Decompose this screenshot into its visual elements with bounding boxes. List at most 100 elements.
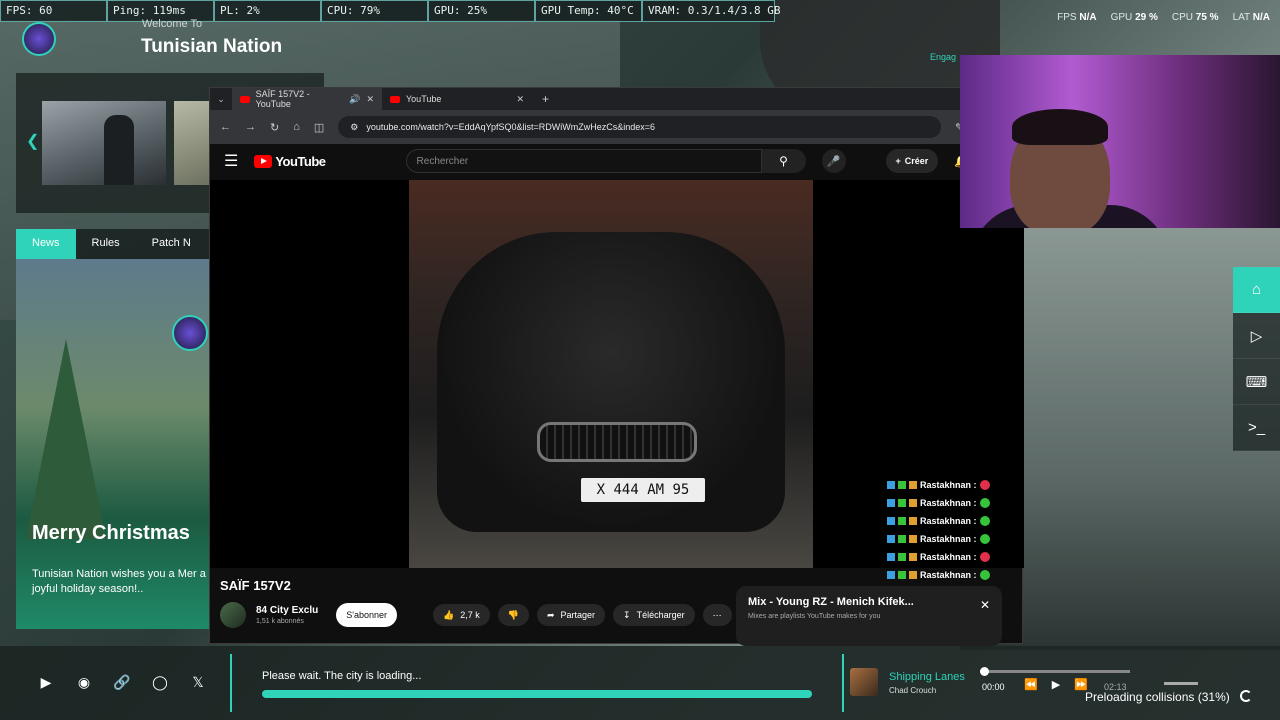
video-player[interactable]: X 444 AM 95 Rastakhnan : Rastakhnan : Rast… bbox=[210, 180, 1024, 580]
server-tabs: News Rules Patch N bbox=[16, 229, 216, 259]
screen: FPS: 60 Ping: 119ms PL: 2% CPU: 79% GPU:… bbox=[0, 0, 1280, 720]
perf-fps: FPS N/A bbox=[1057, 12, 1097, 23]
youtube-play-icon bbox=[254, 154, 273, 168]
character-figure bbox=[104, 115, 134, 185]
browser-tab[interactable]: SAÏF 157V2 - YouTube 🔊 ✕ bbox=[232, 88, 382, 110]
channel-avatar[interactable] bbox=[220, 602, 246, 628]
discord-icon[interactable]: ◉ bbox=[72, 670, 96, 694]
mix-title: Mix - Young RZ - Menich Kifek... bbox=[748, 596, 914, 608]
loading-progress bbox=[262, 690, 812, 698]
chat-message: Rastakhnan : bbox=[887, 548, 990, 566]
server-logo bbox=[22, 22, 56, 56]
badge-icon bbox=[909, 517, 917, 525]
url-text: youtube.com/watch?v=EddAqYpfSQ0&list=RDW… bbox=[366, 122, 656, 132]
home-icon[interactable]: ⌂ bbox=[293, 121, 300, 133]
perf-cpu: CPU 75 % bbox=[1171, 12, 1219, 23]
reload-icon[interactable]: ↻ bbox=[270, 121, 279, 134]
channel-info: 84 City Exclu 1,51 k abonnés bbox=[256, 605, 318, 625]
seek-knob[interactable] bbox=[980, 667, 989, 676]
like-button[interactable]: 👍 2,7 k bbox=[433, 604, 490, 626]
badge-icon bbox=[898, 499, 906, 507]
browser-window: ⌄ SAÏF 157V2 - YouTube 🔊 ✕ YouTube ✕ + ←… bbox=[209, 87, 1024, 646]
divider bbox=[230, 654, 232, 712]
badge-icon bbox=[887, 499, 895, 507]
address-row: ← → ↻ ⌂ ◫ ⚙ youtube.com/watch?v=EddAqYpf… bbox=[210, 110, 1022, 144]
share-icon: ➦ bbox=[546, 609, 555, 620]
emote-icon bbox=[979, 516, 990, 526]
gallery-thumbnail[interactable] bbox=[42, 101, 166, 185]
subscriber-count: 1,51 k abonnés bbox=[256, 618, 304, 625]
tab-rules[interactable]: Rules bbox=[76, 229, 136, 259]
share-button[interactable]: ➦ Partager bbox=[536, 604, 606, 626]
close-icon[interactable]: ✕ bbox=[980, 598, 990, 612]
tab-patch-notes[interactable]: Patch N bbox=[136, 229, 207, 259]
keyboard-icon[interactable]: ⌨ bbox=[1233, 359, 1280, 405]
volume-slider[interactable] bbox=[1164, 682, 1198, 685]
tab-title: SAÏF 157V2 - YouTube bbox=[255, 89, 310, 109]
badge-icon bbox=[909, 553, 917, 561]
badge-icon bbox=[887, 517, 895, 525]
youtube-logo[interactable]: YouTube bbox=[254, 154, 326, 169]
badge-icon bbox=[898, 535, 906, 543]
badge-icon bbox=[898, 553, 906, 561]
back-icon[interactable]: ← bbox=[220, 121, 231, 133]
link-icon[interactable]: 🔗 bbox=[110, 670, 134, 694]
player-controls: ⏪ ▶ ⏩ bbox=[1024, 678, 1088, 691]
terminal-icon[interactable]: >_ bbox=[1233, 405, 1280, 451]
tab-bar: ⌄ SAÏF 157V2 - YouTube 🔊 ✕ YouTube ✕ + bbox=[210, 88, 1022, 110]
welcome-text: Welcome To bbox=[142, 18, 203, 30]
address-bar[interactable]: ⚙ youtube.com/watch?v=EddAqYpfSQ0&list=R… bbox=[338, 116, 942, 138]
seek-bar[interactable] bbox=[980, 667, 1130, 676]
car-grille bbox=[537, 422, 697, 462]
youtube-icon[interactable]: ▶ bbox=[34, 670, 58, 694]
tab-list-icon[interactable]: ⌄ bbox=[210, 94, 232, 105]
channel-name[interactable]: 84 City Exclu bbox=[256, 605, 318, 616]
home-icon[interactable]: ⌂ bbox=[1233, 267, 1280, 313]
subscribe-button[interactable]: S'abonner bbox=[336, 603, 398, 627]
time-current: 00:00 bbox=[982, 682, 1005, 692]
track-artist: Chad Crouch bbox=[889, 686, 937, 695]
chat-username: Rastakhnan : bbox=[920, 480, 977, 490]
packet-loss-stat: PL: 2% bbox=[214, 0, 321, 22]
gallery-thumbnail[interactable] bbox=[174, 101, 214, 185]
video-actions: 👍 2,7 k 👎 ➦ Partager ↧ Télécharger ⋯ bbox=[433, 604, 732, 626]
chevron-left-icon[interactable]: ❮ bbox=[26, 131, 39, 151]
instagram-icon[interactable]: ◯ bbox=[148, 670, 172, 694]
site-info-icon[interactable]: ⚙ bbox=[350, 122, 358, 133]
perf-summary: FPS N/A GPU 29 % CPU 75 % LAT N/A bbox=[1057, 12, 1270, 23]
create-button[interactable]: + Créer bbox=[885, 149, 939, 173]
like-count: 2,7 k bbox=[460, 610, 480, 620]
search-icon[interactable]: ⚲ bbox=[761, 149, 806, 173]
forward-icon[interactable]: → bbox=[245, 121, 256, 133]
dislike-button[interactable]: 👎 bbox=[497, 604, 529, 626]
browser-tab[interactable]: YouTube ✕ bbox=[382, 88, 532, 110]
chat-username: Rastakhnan : bbox=[920, 534, 977, 544]
server-badge bbox=[172, 315, 208, 351]
chat-username: Rastakhnan : bbox=[920, 516, 977, 526]
mix-panel[interactable]: Mix - Young RZ - Menich Kifek... Mixes a… bbox=[736, 586, 1002, 646]
close-tab-icon[interactable]: ✕ bbox=[366, 94, 374, 105]
previous-icon[interactable]: ⏪ bbox=[1024, 678, 1038, 691]
download-button[interactable]: ↧ Télécharger bbox=[613, 604, 695, 626]
share-label: Partager bbox=[560, 610, 596, 620]
chat-username: Rastakhnan : bbox=[920, 570, 977, 580]
chat-overlay: Rastakhnan : Rastakhnan : Rastakhnan : Rast… bbox=[887, 476, 990, 584]
tab-news[interactable]: News bbox=[16, 229, 76, 259]
x-icon[interactable]: 𝕏 bbox=[186, 670, 210, 694]
microphone-icon[interactable]: 🎤 bbox=[821, 149, 846, 173]
play-icon[interactable]: ▷ bbox=[1233, 313, 1280, 359]
play-icon[interactable]: ▶ bbox=[1052, 678, 1060, 691]
badge-icon bbox=[909, 481, 917, 489]
badge-icon bbox=[909, 571, 917, 579]
badge-icon bbox=[898, 481, 906, 489]
fps-stat: FPS: 60 bbox=[0, 0, 107, 22]
webcam-feed bbox=[960, 55, 1280, 228]
search-input[interactable]: Rechercher bbox=[405, 149, 762, 173]
new-tab-button[interactable]: + bbox=[532, 92, 559, 106]
speaker-icon: 🔊 bbox=[349, 93, 361, 104]
cpu-stat: CPU: 79% bbox=[321, 0, 428, 22]
close-tab-icon[interactable]: ✕ bbox=[516, 94, 524, 105]
more-actions-button[interactable]: ⋯ bbox=[702, 604, 732, 626]
split-view-icon[interactable]: ◫ bbox=[314, 121, 324, 134]
menu-icon[interactable]: ☰ bbox=[224, 151, 238, 171]
